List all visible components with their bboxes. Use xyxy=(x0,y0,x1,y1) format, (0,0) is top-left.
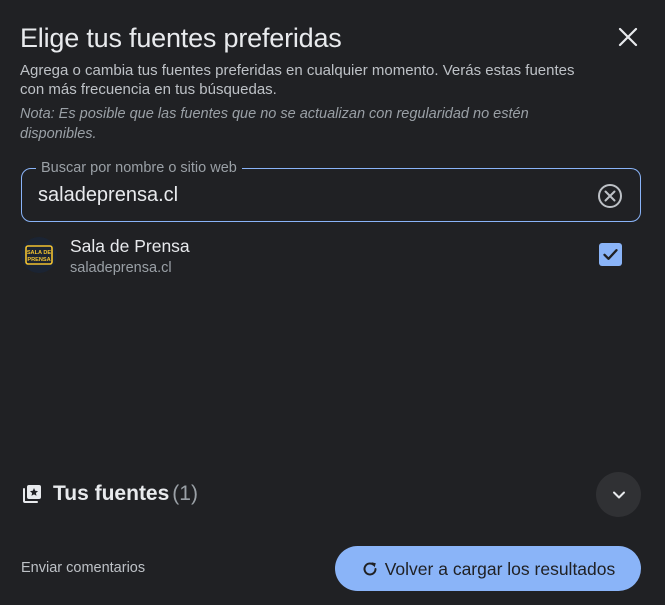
reload-results-button[interactable]: Volver a cargar los resultados xyxy=(335,546,641,591)
your-sources-label: Tus fuentes (1) xyxy=(53,481,198,507)
dialog-title: Elige tus fuentes preferidas xyxy=(20,23,342,53)
send-feedback-link[interactable]: Enviar comentarios xyxy=(21,559,145,577)
star-stack-icon xyxy=(21,483,43,505)
source-checkbox[interactable] xyxy=(599,243,622,266)
preferred-sources-dialog: Elige tus fuentes preferidas Agrega o ca… xyxy=(0,0,665,605)
close-button[interactable] xyxy=(610,19,646,55)
search-label: Buscar por nombre o sitio web xyxy=(36,159,242,177)
your-sources-title: Tus fuentes xyxy=(53,482,170,505)
expand-your-sources-button[interactable] xyxy=(596,472,641,517)
source-logo: SALA DE PRENSA xyxy=(21,237,57,273)
chevron-down-icon xyxy=(611,487,627,503)
svg-text:SALA DE: SALA DE xyxy=(27,250,52,256)
close-icon xyxy=(618,27,638,47)
dialog-description: Agrega o cambia tus fuentes preferidas e… xyxy=(20,62,575,98)
source-result-row[interactable]: SALA DE PRENSA Sala de Prensa saladepren… xyxy=(21,232,641,280)
source-name: Sala de Prensa xyxy=(70,236,190,256)
clear-search-button[interactable] xyxy=(596,182,624,210)
source-domain: saladeprensa.cl xyxy=(70,260,172,276)
your-sources-count: (1) xyxy=(172,482,198,505)
clear-circle-icon xyxy=(597,183,623,209)
search-input[interactable] xyxy=(38,179,578,211)
search-field: Buscar por nombre o sitio web xyxy=(21,159,641,222)
reload-results-label: Volver a cargar los resultados xyxy=(384,558,616,579)
svg-text:PRENSA: PRENSA xyxy=(27,257,50,263)
refresh-icon xyxy=(361,560,379,578)
dialog-note: Nota: Es posible que las fuentes que no … xyxy=(20,106,529,142)
your-sources-section: Tus fuentes (1) xyxy=(21,472,641,517)
check-icon xyxy=(602,246,619,263)
